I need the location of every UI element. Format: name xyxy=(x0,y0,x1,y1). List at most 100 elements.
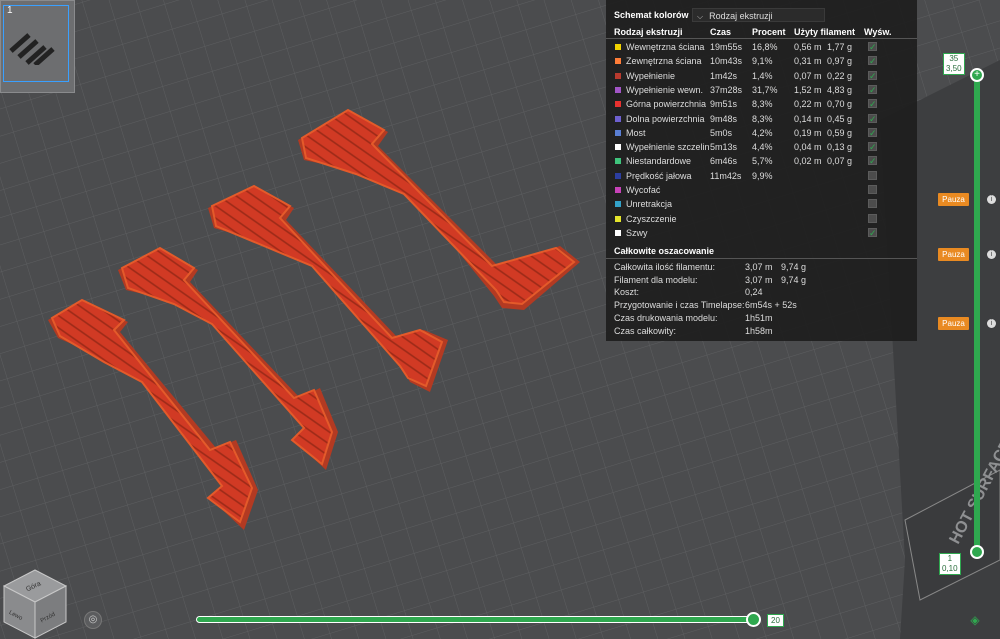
summary-key: Całkowita ilość filamentu: xyxy=(614,262,716,272)
filament-length: 0,14 m xyxy=(794,113,822,124)
extrusion-time: 19m55s xyxy=(710,42,743,52)
layer-top-height: 3,50 xyxy=(946,64,962,73)
view-cube[interactable]: Góra Lewo Przód xyxy=(0,566,70,639)
pause-info-icon[interactable]: i xyxy=(987,195,996,204)
color-scheme-select[interactable]: ⌵ Rodzaj ekstruzji xyxy=(692,8,825,22)
extrusion-time: 37m28s xyxy=(710,84,743,95)
pause-marker-2[interactable]: Pauza xyxy=(938,248,969,261)
summary-row: Filament dla modelu: 3,07 m 9,74 g xyxy=(606,275,917,288)
show-checkbox[interactable]: ✓ xyxy=(868,42,877,52)
layer-top-label: 35 3,50 xyxy=(943,53,965,75)
show-checkbox[interactable]: ✓ xyxy=(868,70,877,80)
extrusion-time: 5m13s xyxy=(710,142,738,153)
filament-length: 1,52 m xyxy=(794,84,822,95)
layer-bottom-number: 1 xyxy=(947,554,953,563)
legend-panel: Schemat kolorów ⌵ Rodzaj ekstruzji Rodzaj… xyxy=(606,0,917,341)
extrusion-type-name: Wypełnienie szczelin xyxy=(626,142,710,153)
extrusion-percent: 31,7% xyxy=(752,84,778,95)
filament-weight: 0,13 g xyxy=(827,142,853,153)
legend-row: Szwy ✓ xyxy=(606,226,917,240)
show-checkbox[interactable]: ✓ xyxy=(868,84,877,94)
filament-weight: 0,70 g xyxy=(827,99,853,110)
show-checkbox[interactable] xyxy=(868,213,877,223)
summary-row: Czas drukowania modelu: 1h51m xyxy=(606,313,917,326)
filament-length: 0,07 m xyxy=(794,70,822,81)
layer-slider-bottom-handle[interactable] xyxy=(970,545,984,559)
summary-key: Przygotowanie i czas Timelapse: xyxy=(614,300,745,311)
fit-view-icon[interactable]: ◎ xyxy=(84,611,102,629)
color-swatch xyxy=(615,172,621,179)
color-swatch xyxy=(615,229,621,236)
pause-marker-3[interactable]: Pauza xyxy=(938,317,969,330)
extrusion-type-name: Czyszczenie xyxy=(626,213,677,224)
legend-row: Wewnętrzna ściana 19m55s 16,8% 0,56 m 1,77 g… xyxy=(606,40,917,54)
color-swatch xyxy=(615,158,621,165)
pause-info-icon[interactable]: i xyxy=(987,319,996,328)
filament-length: 0,04 m xyxy=(794,142,822,153)
extrusion-time: 1m42s xyxy=(710,70,738,81)
filament-weight: 0,22 g xyxy=(827,70,853,81)
filament-weight: 0,07 g xyxy=(827,156,853,167)
extrusion-time: 10m43s xyxy=(710,56,743,67)
summary-divider xyxy=(606,258,917,259)
show-checkbox[interactable]: ✓ xyxy=(868,156,877,166)
extrusion-time: 5m0s xyxy=(710,127,733,138)
color-swatch xyxy=(615,72,621,79)
summary-value: 6m54s + 52s xyxy=(745,300,797,311)
legend-row: Dolna powierzchnia 9m48s 8,3% 0,14 m 0,45 g ✓ xyxy=(606,112,917,126)
legend-row: Wypełnienie 1m42s 1,4% 0,07 m 0,22 g ✓ xyxy=(606,69,917,83)
extrusion-percent: 8,3% xyxy=(752,99,773,110)
legend-row: Wypełnienie szczelin 5m13s 4,4% 0,04 m 0,13 … xyxy=(606,140,917,154)
extrusion-percent: 16,8% xyxy=(752,42,778,52)
legend-row: Prędkość jałowa 11m42s 9,9% xyxy=(606,169,917,183)
extrusion-time: 9m51s xyxy=(710,99,738,110)
color-scheme-value: Rodzaj ekstruzji xyxy=(709,11,773,21)
plate-thumbnail[interactable]: 1 xyxy=(0,0,75,93)
chevron-down-icon: ⌵ xyxy=(697,12,704,21)
summary-key: Czas całkowity: xyxy=(614,325,677,336)
show-checkbox[interactable]: ✓ xyxy=(868,227,877,237)
layer-bottom-height: 0,10 xyxy=(942,564,958,573)
color-swatch xyxy=(615,101,621,108)
legend-row: Unretrakcja xyxy=(606,197,917,211)
show-checkbox[interactable] xyxy=(868,199,877,209)
show-checkbox[interactable]: ✓ xyxy=(868,56,877,66)
show-checkbox[interactable]: ✓ xyxy=(868,99,877,109)
plate-number: 1 xyxy=(7,5,13,16)
layers-icon[interactable]: ◈ xyxy=(967,612,983,628)
show-checkbox[interactable]: ✓ xyxy=(868,127,877,137)
color-swatch xyxy=(615,201,621,208)
move-slider-value: 20 xyxy=(767,614,784,627)
extrusion-type-name: Unretrakcja xyxy=(626,199,673,210)
layer-slider-top-handle[interactable]: + xyxy=(970,68,984,82)
extrusion-type-name: Wycofać xyxy=(626,185,661,195)
show-checkbox[interactable]: ✓ xyxy=(868,113,877,123)
pause-info-icon[interactable]: i xyxy=(987,250,996,259)
show-checkbox[interactable] xyxy=(868,185,877,194)
summary-value: 3,07 m xyxy=(745,262,773,272)
color-swatch xyxy=(615,58,621,65)
color-swatch xyxy=(615,115,621,122)
layer-slider-track[interactable] xyxy=(974,79,980,553)
extrusion-time: 6m46s xyxy=(710,156,738,167)
move-slider-handle[interactable] xyxy=(746,612,761,627)
extrusion-type-name: Wewnętrzna ściana xyxy=(626,42,705,52)
extrusion-percent: 8,3% xyxy=(752,113,773,124)
summary-value: 3,07 m xyxy=(745,274,773,285)
show-checkbox[interactable]: ✓ xyxy=(868,142,877,152)
pause-marker-1[interactable]: Pauza xyxy=(938,193,969,206)
col-show-header: Wyśw. xyxy=(864,27,892,37)
header-divider xyxy=(606,38,917,39)
extrusion-type-name: Górna powierzchnia xyxy=(626,99,707,110)
move-slider-track[interactable] xyxy=(196,616,756,623)
show-checkbox[interactable] xyxy=(868,170,877,180)
layer-bottom-label: 1 0,10 xyxy=(939,553,961,575)
extrusion-percent: 4,2% xyxy=(752,127,773,138)
filament-weight: 0,97 g xyxy=(827,56,853,67)
summary-row: Czas całkowity: 1h58m xyxy=(606,326,917,339)
col-time-header: Czas xyxy=(710,27,732,37)
filament-weight: 0,45 g xyxy=(827,113,853,124)
extrusion-time: 11m42s xyxy=(710,170,742,181)
color-swatch xyxy=(615,129,621,136)
summary-row: Całkowita ilość filamentu: 3,07 m 9,74 g xyxy=(606,262,917,275)
